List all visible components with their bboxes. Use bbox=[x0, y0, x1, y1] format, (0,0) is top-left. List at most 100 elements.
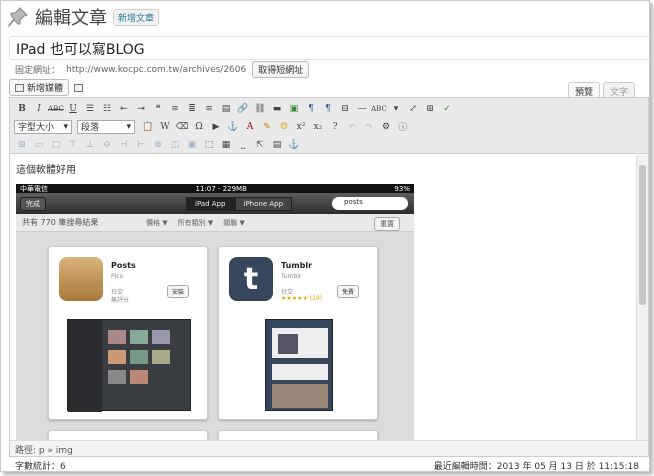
form-icon[interactable] bbox=[74, 83, 84, 92]
delete-col-icon[interactable]: ⊗ bbox=[150, 137, 166, 152]
bullet-list-icon[interactable]: ☰ bbox=[82, 101, 98, 116]
underline-icon[interactable]: U bbox=[65, 101, 81, 116]
add-media-button[interactable]: 新增媒體 bbox=[9, 79, 70, 96]
posts-app-icon bbox=[59, 257, 103, 301]
unlink-icon[interactable]: ⛓ bbox=[252, 101, 268, 116]
check-icon[interactable]: ✓ bbox=[439, 101, 455, 116]
ipad-search-field: posts bbox=[332, 197, 408, 210]
add-media-label: 新增媒體 bbox=[27, 84, 64, 94]
remove-format-icon[interactable]: ⌫ bbox=[174, 119, 190, 134]
visual-aid-icon[interactable]: ⬚ bbox=[201, 137, 217, 152]
get-shortlink-button[interactable]: 取得短網址 bbox=[252, 61, 310, 78]
word-count: 字數統計：6 bbox=[15, 462, 66, 472]
info-icon[interactable]: ⓘ bbox=[395, 119, 411, 134]
help-icon[interactable]: ? bbox=[327, 119, 343, 134]
spellcheck-icon[interactable]: ABC bbox=[371, 101, 387, 116]
editor-window: 編輯文章 新增文章 IPad 也可以寫BLOG 固定網址： http://www… bbox=[0, 0, 650, 472]
app-rating: 無評分 bbox=[111, 297, 130, 304]
show-blocks-icon[interactable]: ▦ bbox=[218, 137, 234, 152]
segment-iphone-app: iPhone App bbox=[234, 197, 293, 211]
cell-icon[interactable]: ▢ bbox=[48, 137, 64, 152]
split-cells-icon[interactable]: ◫ bbox=[167, 137, 183, 152]
app-price-button: 免費 bbox=[337, 285, 360, 298]
delete-row-icon[interactable]: ⊖ bbox=[99, 137, 115, 152]
post-title-input[interactable]: IPad 也可以寫BLOG bbox=[9, 36, 649, 60]
battery-text: 93% bbox=[394, 184, 410, 193]
anchor-icon[interactable]: ⚓ bbox=[225, 119, 241, 134]
settings-icon[interactable]: ⚙ bbox=[378, 119, 394, 134]
editor-footer: 字數統計：6 最近編輯時間：2013 年 05 月 13 日 於 11:15:1… bbox=[15, 459, 639, 472]
strikethrough-icon[interactable]: ABC bbox=[48, 101, 64, 116]
highlight-icon[interactable]: ✎ bbox=[259, 119, 275, 134]
add-new-post-button[interactable]: 新增文章 bbox=[113, 8, 160, 26]
tumblr-app-icon: t bbox=[229, 257, 273, 301]
insert-row-before-icon[interactable]: ⊤ bbox=[65, 137, 81, 152]
permalink-label: 固定網址： bbox=[15, 66, 61, 76]
horizontal-line-icon[interactable]: — bbox=[354, 101, 370, 116]
page-break-icon[interactable]: ⊟ bbox=[337, 101, 353, 116]
align-left-icon[interactable]: ≡ bbox=[167, 101, 183, 116]
ltr-icon[interactable]: ¶ bbox=[303, 101, 319, 116]
insert-layer-icon[interactable]: ⇱ bbox=[252, 137, 268, 152]
embedded-ipad-screenshot[interactable]: 中華電信 11:07 - 229MB 93% 完成 iPad App iPhon… bbox=[16, 184, 414, 440]
merge-cells-icon[interactable]: ▣ bbox=[184, 137, 200, 152]
fullscreen-icon[interactable]: ⤢ bbox=[405, 101, 421, 116]
outdent-icon[interactable]: ⇤ bbox=[116, 101, 132, 116]
superscript-icon[interactable]: x² bbox=[293, 119, 309, 134]
anchor-link-icon[interactable]: ⚓ bbox=[286, 137, 302, 152]
link-icon[interactable]: 🔗 bbox=[235, 101, 251, 116]
filter-category: 所有類別 ▼ bbox=[177, 219, 214, 227]
filters: 價格 ▼ 所有類別 ▼ 關聯 ▼ bbox=[146, 218, 245, 228]
text-color-icon[interactable]: A bbox=[242, 119, 258, 134]
results-bar: 共有 770 筆搜尋結果 價格 ▼ 所有類別 ▼ 關聯 ▼ 重置 bbox=[16, 214, 414, 232]
chevron-down-icon: ▾ bbox=[63, 121, 68, 132]
subscript-icon[interactable]: x₂ bbox=[310, 119, 326, 134]
permalink-row: 固定網址： http://www.kocpc.com.tw/archives/2… bbox=[15, 61, 310, 78]
expand-icon[interactable]: ⊞ bbox=[422, 101, 438, 116]
editor-toolbar: B I ABC U ☰ ☷ ⇤ ⇥ ❝ ≡ ≣ ≡ ▤ 🔗 ⛓ ▬ ▣ ¶ ¶ … bbox=[10, 98, 648, 154]
insert-col-before-icon[interactable]: ⊣ bbox=[116, 137, 132, 152]
undo-icon[interactable]: ↶ bbox=[344, 119, 360, 134]
media-embed-icon[interactable]: ▶ bbox=[208, 119, 224, 134]
ipad-nav-bar: 完成 iPad App iPhone App posts bbox=[16, 193, 414, 214]
template-icon[interactable]: ▤ bbox=[269, 137, 285, 152]
app-preview-image bbox=[67, 319, 191, 412]
align-justify-icon[interactable]: ▤ bbox=[218, 101, 234, 116]
insert-row-after-icon[interactable]: ⊥ bbox=[82, 137, 98, 152]
insert-col-after-icon[interactable]: ⊢ bbox=[133, 137, 149, 152]
row-icon[interactable]: ▭ bbox=[31, 137, 47, 152]
nonbreaking-icon[interactable]: ⎵ bbox=[235, 137, 251, 152]
image-icon[interactable]: ▣ bbox=[286, 101, 302, 116]
rtl-icon[interactable]: ¶ bbox=[320, 101, 336, 116]
toolbar-row-2: 字型大小 ▾ 段落 ▾ 📋 W ⌫ Ω ▶ ⚓ A ✎ ☺ x² x₂ ? ↶ ↷ … bbox=[14, 118, 644, 135]
paste-text-icon[interactable]: 📋 bbox=[140, 119, 156, 134]
permalink-url[interactable]: http://www.kocpc.com.tw/archives/2606 bbox=[66, 65, 246, 75]
app-developer: Tumblr bbox=[281, 273, 302, 280]
indent-icon[interactable]: ⇥ bbox=[133, 101, 149, 116]
blockquote-icon[interactable]: ❝ bbox=[150, 101, 166, 116]
redo-icon[interactable]: ↷ bbox=[361, 119, 377, 134]
paste-word-icon[interactable]: W bbox=[157, 119, 173, 134]
toolbar-row-1: B I ABC U ☰ ☷ ⇤ ⇥ ❝ ≡ ≣ ≡ ▤ 🔗 ⛓ ▬ ▣ ¶ ¶ … bbox=[14, 100, 644, 117]
insert-more-icon[interactable]: ▬ bbox=[269, 101, 285, 116]
page-title: 編輯文章 bbox=[35, 8, 107, 29]
align-center-icon[interactable]: ≣ bbox=[184, 101, 200, 116]
bold-icon[interactable]: B bbox=[14, 101, 30, 116]
table-icon[interactable]: ⊞ bbox=[14, 137, 30, 152]
align-right-icon[interactable]: ≡ bbox=[201, 101, 217, 116]
media-row: 新增媒體 bbox=[9, 79, 84, 96]
app-name: Posts bbox=[111, 261, 136, 270]
editor-scrollbar[interactable] bbox=[636, 155, 648, 440]
format-select[interactable]: 段落 ▾ bbox=[77, 119, 135, 134]
editor-content[interactable]: 這個軟體好用 中華電信 11:07 - 229MB 93% 完成 iPad Ap… bbox=[10, 155, 636, 440]
dropdown-icon[interactable]: ▾ bbox=[388, 101, 404, 116]
italic-icon[interactable]: I bbox=[31, 101, 47, 116]
scrollbar-thumb[interactable] bbox=[639, 165, 646, 305]
app-card-tumblr: t Tumblr Tumblr 社交 ★★★★★ (19) 免費 bbox=[218, 246, 378, 420]
emoticon-icon[interactable]: ☺ bbox=[276, 119, 292, 134]
numbered-list-icon[interactable]: ☷ bbox=[99, 101, 115, 116]
font-size-select[interactable]: 字型大小 ▾ bbox=[14, 119, 72, 134]
special-char-icon[interactable]: Ω bbox=[191, 119, 207, 134]
font-size-label: 字型大小 bbox=[18, 123, 55, 133]
time-text: 11:07 - 229MB bbox=[195, 184, 247, 193]
